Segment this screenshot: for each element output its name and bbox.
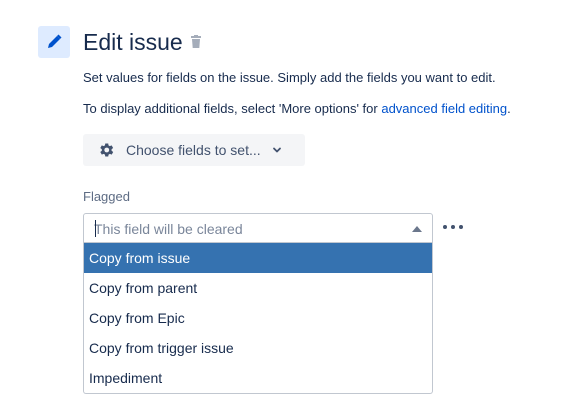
edit-issue-panel: Edit issue Set values for fields on the … xyxy=(0,0,567,406)
advanced-field-editing-link[interactable]: advanced field editing xyxy=(381,101,507,116)
dropdown-option-copy-from-issue[interactable]: Copy from issue xyxy=(84,243,432,273)
dropdown-option-impediment[interactable]: Impediment xyxy=(84,363,432,393)
more-dot xyxy=(451,225,455,229)
more-dot xyxy=(459,225,463,229)
dropdown-option-copy-from-parent[interactable]: Copy from parent xyxy=(84,273,432,303)
choose-fields-button[interactable]: Choose fields to set... xyxy=(83,134,305,166)
description-line-1: Set values for fields on the issue. Simp… xyxy=(83,70,496,85)
chevron-down-icon xyxy=(272,147,281,153)
pencil-icon xyxy=(38,26,70,58)
dropdown-option-copy-from-epic[interactable]: Copy from Epic xyxy=(84,303,432,333)
trash-icon[interactable] xyxy=(190,35,202,49)
caret-up-icon[interactable] xyxy=(412,226,422,232)
flagged-select[interactable] xyxy=(83,213,433,243)
flagged-options-dropdown: Copy from issue Copy from parent Copy fr… xyxy=(83,243,433,394)
description-line-2-prefix: To display additional fields, select 'Mo… xyxy=(83,101,382,116)
flagged-select-input[interactable] xyxy=(94,220,394,237)
page-title: Edit issue xyxy=(83,29,183,55)
more-options-icon[interactable] xyxy=(443,220,463,234)
more-dot xyxy=(443,225,447,229)
description-line-2: To display additional fields, select 'Mo… xyxy=(83,101,511,117)
description-line-2-suffix: . xyxy=(507,101,511,116)
gear-icon xyxy=(100,143,114,157)
dropdown-option-copy-from-trigger-issue[interactable]: Copy from trigger issue xyxy=(84,333,432,363)
choose-fields-label: Choose fields to set... xyxy=(126,142,261,158)
flagged-field-label: Flagged xyxy=(83,189,130,204)
text-cursor xyxy=(95,220,96,237)
